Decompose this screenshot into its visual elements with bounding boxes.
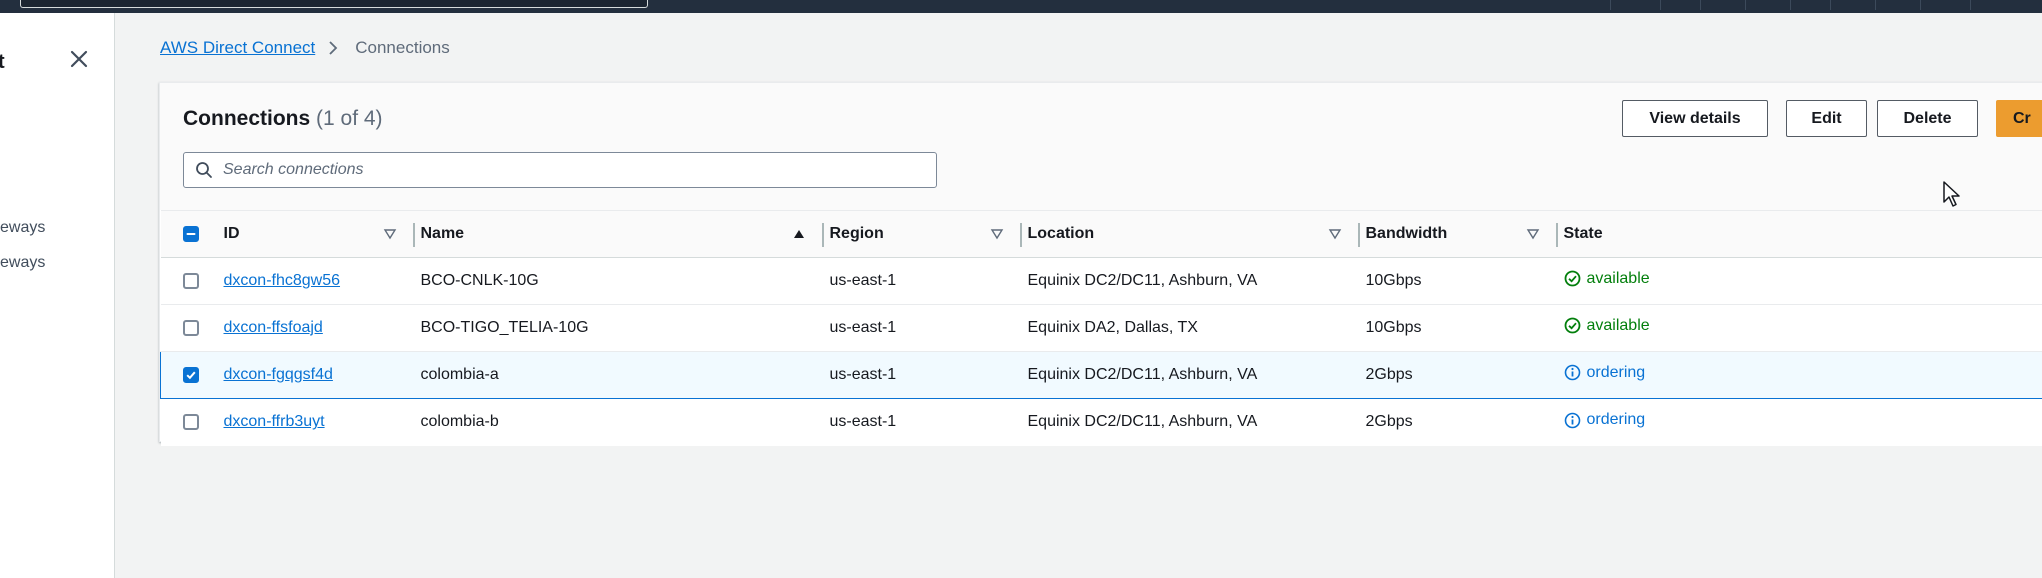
connections-table: ID Name Region Location Bandwidth State … — [160, 210, 2042, 446]
status-text: ordering — [1586, 411, 1646, 428]
search-field[interactable] — [183, 152, 937, 188]
row-checkbox[interactable] — [182, 414, 199, 431]
status-text: available — [1586, 269, 1650, 287]
connection-location: Equinix DC2/DC11, Ashburn, VA — [1021, 257, 1360, 305]
close-icon[interactable] — [66, 46, 92, 72]
topbar-divider — [1830, 0, 1831, 10]
connection-bandwidth: 10Gbps — [1359, 304, 1558, 352]
row-checkbox[interactable] — [182, 272, 199, 289]
connection-bandwidth: 2Gbps — [1359, 351, 1558, 399]
topbar-divider — [1610, 0, 1611, 10]
connection-region: us-east-1 — [823, 304, 1022, 352]
search-input[interactable] — [223, 161, 903, 179]
connection-name: colombia-a — [414, 351, 824, 399]
status-text: available — [1586, 316, 1650, 334]
breadcrumb-current: Connections — [355, 38, 450, 57]
breadcrumb-link-direct-connect[interactable]: AWS Direct Connect — [160, 38, 315, 58]
delete-button[interactable]: Delete — [1877, 100, 1978, 137]
column-header-name[interactable]: Name — [414, 210, 824, 258]
status-success-icon — [1564, 270, 1580, 287]
topbar-divider — [1745, 0, 1746, 10]
column-label: ID — [223, 225, 240, 242]
status-info-icon — [1564, 412, 1580, 428]
page-title: Connections (1 of 4) — [183, 107, 383, 131]
status-badge: available — [1564, 270, 1650, 288]
side-navigation: t eways eways — [0, 13, 115, 578]
caret-down-outline-icon — [1328, 229, 1341, 240]
top-navigation-bar — [0, 0, 2042, 13]
connection-name: colombia-b — [414, 398, 824, 446]
connection-region: us-east-1 — [823, 257, 1022, 305]
column-label: Region — [829, 225, 884, 242]
connections-panel: Connections (1 of 4) View details Edit D… — [159, 82, 2042, 446]
global-search-field[interactable] — [20, 0, 648, 8]
connection-region: us-east-1 — [823, 351, 1022, 399]
breadcrumb: AWS Direct Connect Connections — [160, 38, 450, 58]
topbar-divider — [1875, 0, 1876, 10]
column-header-state[interactable]: State — [1557, 210, 2042, 258]
status-success-icon — [1564, 317, 1580, 334]
view-details-button[interactable]: View details — [1622, 100, 1768, 137]
mouse-pointer-icon — [1943, 181, 1960, 207]
panel-header: Connections (1 of 4) View details Edit D… — [160, 83, 2042, 210]
caret-down-outline-icon — [383, 229, 396, 240]
connection-id-link[interactable]: dxcon-fhc8gw56 — [224, 272, 341, 289]
create-connection-button[interactable]: Cr — [1996, 100, 2042, 137]
connection-name: BCO-CNLK-10G — [414, 257, 824, 305]
side-navigation-title: t — [0, 51, 5, 73]
column-label: Bandwidth — [1365, 225, 1448, 242]
table-row[interactable]: dxcon-ffsfoajd BCO-TIGO_TELIA-10G us-eas… — [160, 304, 2042, 352]
topbar-divider — [1660, 0, 1661, 10]
connection-id-link[interactable]: dxcon-ffrb3uyt — [224, 413, 325, 430]
item-count: (1 of 4) — [316, 107, 383, 130]
connection-name: BCO-TIGO_TELIA-10G — [414, 304, 824, 352]
connection-region: us-east-1 — [823, 398, 1022, 446]
topbar-divider — [1790, 0, 1791, 10]
topbar-divider — [1970, 0, 1971, 10]
table-header-row: ID Name Region Location Bandwidth State — [160, 210, 2042, 258]
connection-location: Equinix DC2/DC11, Ashburn, VA — [1021, 398, 1360, 446]
connection-id-link[interactable]: dxcon-fgqgsf4d — [224, 366, 333, 383]
select-all-header — [160, 210, 218, 258]
row-checkbox[interactable] — [182, 319, 199, 336]
status-badge: ordering — [1564, 411, 1646, 429]
column-header-bandwidth[interactable]: Bandwidth — [1359, 210, 1558, 258]
table-row-selected[interactable]: dxcon-fgqgsf4d colombia-a us-east-1 Equi… — [160, 351, 2042, 399]
column-label: Name — [420, 225, 465, 242]
connection-id-link[interactable]: dxcon-ffsfoajd — [224, 319, 323, 336]
sidebar-item-gateways[interactable]: eways — [0, 219, 45, 237]
status-badge: ordering — [1564, 363, 1646, 382]
caret-down-outline-icon — [1526, 229, 1539, 240]
search-icon — [196, 162, 212, 178]
panel-title-text: Connections — [183, 107, 311, 130]
connection-location: Equinix DC2/DC11, Ashburn, VA — [1021, 351, 1360, 399]
topbar-divider — [1920, 0, 1921, 10]
column-header-location[interactable]: Location — [1021, 210, 1360, 258]
chevron-right-icon — [329, 41, 338, 55]
status-info-icon — [1564, 364, 1580, 381]
connection-location: Equinix DA2, Dallas, TX — [1021, 304, 1360, 352]
connection-bandwidth: 10Gbps — [1359, 257, 1558, 305]
table-row[interactable]: dxcon-fhc8gw56 BCO-CNLK-10G us-east-1 Eq… — [160, 257, 2042, 305]
connection-bandwidth: 2Gbps — [1359, 398, 1558, 446]
sidebar-item-gateways-2[interactable]: eways — [0, 254, 45, 272]
column-header-id[interactable]: ID — [217, 210, 415, 258]
caret-up-filled-icon — [793, 230, 804, 238]
row-checkbox[interactable] — [183, 366, 199, 383]
column-header-region[interactable]: Region — [823, 210, 1022, 258]
status-badge: available — [1564, 317, 1650, 335]
select-all-checkbox[interactable] — [182, 225, 199, 242]
edit-button[interactable]: Edit — [1786, 100, 1867, 137]
table-row[interactable]: dxcon-ffrb3uyt colombia-b us-east-1 Equi… — [160, 398, 2042, 446]
status-text: ordering — [1586, 363, 1646, 381]
column-label: State — [1563, 225, 1603, 242]
topbar-divider — [1700, 0, 1701, 10]
column-label: Location — [1027, 225, 1095, 242]
caret-down-outline-icon — [990, 229, 1003, 240]
